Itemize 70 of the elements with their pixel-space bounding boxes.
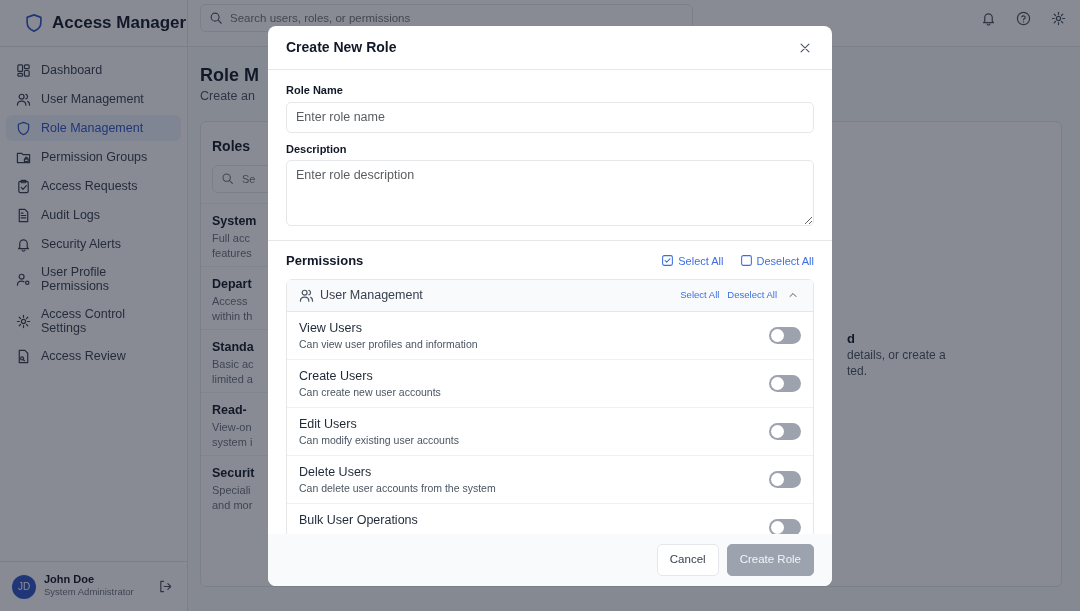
user-avatar: JD — [12, 574, 36, 599]
bell-icon — [16, 236, 31, 252]
role-description: Basic ac limited a — [212, 357, 254, 387]
clipboard-icon — [16, 178, 31, 194]
checkbox-checked-icon — [661, 254, 675, 268]
field-label: Description — [286, 141, 348, 157]
permission-name: View Users — [299, 319, 363, 337]
users-icon — [299, 287, 314, 303]
logout-icon — [158, 579, 173, 594]
dialog-title: Create New Role — [286, 38, 397, 57]
role-name: Read- — [212, 402, 247, 420]
deselect-all-link[interactable]: Deselect All — [727, 287, 777, 303]
empty-state-title: d — [847, 329, 855, 348]
field-label: Role Name — [286, 83, 344, 98]
sidebar-item[interactable]: Permission Groups — [6, 144, 181, 170]
sidebar-item[interactable]: User Profile Permissions — [6, 260, 181, 299]
permission-description: Can delete user accounts from the system — [299, 481, 496, 497]
permission-name: Create Users — [299, 367, 374, 385]
sidebar-item[interactable]: Access Control Settings — [6, 301, 181, 341]
sidebar-item[interactable]: User Management — [6, 86, 181, 112]
role-name: Depart — [212, 276, 252, 294]
user-name: John Doe — [44, 573, 96, 586]
group-name: User Management — [320, 286, 423, 304]
checkbox-icon — [739, 254, 753, 268]
empty-state-text: details, or create a ted. — [847, 348, 946, 380]
user-role: System Administrator — [44, 585, 134, 600]
shield-icon — [16, 120, 31, 136]
sidebar-item[interactable]: Role Management — [6, 115, 181, 141]
users-icon — [16, 91, 31, 107]
role-description: Access within th — [212, 294, 253, 324]
permission-name: Edit Users — [299, 415, 358, 433]
page-title: Role M — [200, 65, 259, 87]
page-subtitle: Create an — [200, 87, 255, 105]
sidebar-item[interactable]: Security Alerts — [6, 231, 181, 257]
user-settings-icon — [16, 271, 31, 287]
permission-name: Bulk User Operations — [299, 511, 418, 529]
grid-icon — [16, 62, 31, 78]
toggle-switch[interactable] — [769, 422, 801, 440]
toggle-switch[interactable] — [769, 518, 801, 534]
toggle-switch[interactable] — [769, 326, 801, 344]
permission-name: Delete Users — [299, 463, 373, 481]
input-field[interactable]: Enter role name — [286, 101, 814, 133]
permission-description: Can view user profiles and information — [299, 337, 478, 353]
bell-icon — [981, 11, 996, 26]
deselect-all-link[interactable]: Deselect All — [739, 252, 814, 269]
help-icon — [1016, 11, 1031, 26]
role-name: System — [212, 213, 257, 231]
app-title: Access Manager — [52, 12, 187, 35]
section-title: Permissions — [286, 252, 364, 270]
shield-icon — [24, 13, 44, 33]
sidebar-item[interactable]: Access Review — [6, 343, 181, 370]
cancel-button[interactable]: Cancel — [656, 544, 719, 576]
role-name: Securit — [212, 465, 255, 483]
sidebar-item[interactable]: Access Requests — [6, 173, 181, 199]
toggle-switch[interactable] — [769, 374, 801, 392]
help-button[interactable] — [1014, 9, 1033, 28]
toggle-switch[interactable] — [769, 470, 801, 488]
permission-description: Can modify existing user accounts — [299, 433, 459, 449]
permission-description: Can create new user accounts — [299, 385, 441, 401]
role-name: Standa — [212, 339, 254, 357]
document-search-icon — [16, 349, 31, 364]
select-all-link[interactable]: Select All — [680, 287, 720, 303]
sidebar-item[interactable]: Dashboard — [6, 57, 181, 83]
document-icon — [16, 207, 31, 223]
role-description: Speciali and mor — [212, 483, 253, 513]
roles-heading: Roles — [212, 138, 251, 155]
text-area[interactable]: Enter role description — [286, 160, 814, 226]
sidebar-item[interactable]: Audit Logs — [6, 202, 181, 228]
select-all-link[interactable]: Select All — [661, 252, 724, 269]
role-description: Full acc features — [212, 231, 252, 261]
